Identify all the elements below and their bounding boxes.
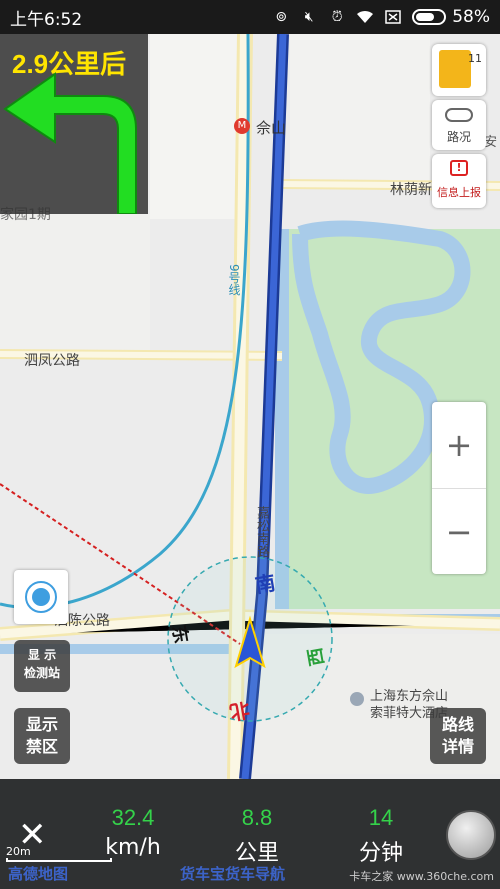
locate-icon xyxy=(25,581,57,613)
hotel-icon xyxy=(350,692,364,706)
map-label-metro-line: 9号线 xyxy=(227,264,241,296)
traffic-button[interactable]: 路况 xyxy=(432,100,486,150)
speed-value: 32.4 xyxy=(111,805,155,830)
brand-truck-nav: 货车宝货车导航 xyxy=(180,865,286,883)
turn-left-arrow-icon xyxy=(3,72,137,214)
time-unit: 分钟 xyxy=(358,841,403,866)
mute-icon: 🔇︎ xyxy=(304,9,314,25)
battery-indicator: 58% xyxy=(412,7,490,27)
signal-badge: 11 xyxy=(468,52,482,65)
zoom-out-button[interactable]: − xyxy=(432,489,486,575)
wifi-icon xyxy=(356,8,374,26)
time-value: 14 xyxy=(368,805,394,830)
locate-button[interactable] xyxy=(14,570,68,624)
zoom-control: + − xyxy=(432,402,486,574)
report-button[interactable]: ! 信息上报 xyxy=(432,154,486,208)
signal-button[interactable]: 11 xyxy=(432,44,486,96)
status-icons: ⊚ 🔇︎ ⏰︎ 58% xyxy=(272,7,490,27)
distance-stat: 8.8 公里 xyxy=(222,805,292,867)
restrict-line-1: 显示 xyxy=(25,715,58,734)
map-label-si-feng: 泗凤公路 xyxy=(24,353,80,369)
status-bar: 上午6:52 ⊚ 🔇︎ ⏰︎ 58% xyxy=(0,0,500,34)
status-time: 上午6:52 xyxy=(10,9,83,30)
zoom-in-button[interactable]: + xyxy=(432,402,486,488)
battery-icon xyxy=(412,9,447,25)
scale-label: 20m xyxy=(6,845,31,858)
alarm-icon: ⏰︎ xyxy=(331,9,343,25)
detect-line-2: 检测站 xyxy=(23,666,60,680)
map-label-jia-song: 嘉松南路 xyxy=(254,506,269,558)
no-sim-icon xyxy=(384,8,402,26)
turn-instruction-panel: 2.9公里后 xyxy=(0,34,148,214)
report-label: 信息上报 xyxy=(437,186,481,199)
report-icon: ! xyxy=(450,160,468,176)
map-label-lin-yin: 林荫新 xyxy=(390,182,432,198)
watermark: 卡车之家 www.360che.com xyxy=(349,870,494,883)
speed-unit: km/h xyxy=(105,835,161,860)
compass-mode-button[interactable] xyxy=(446,810,496,860)
speed-stat: 32.4 km/h xyxy=(98,805,168,860)
detect-station-button[interactable]: 显 示 检测站 xyxy=(14,640,70,692)
traffic-label: 路况 xyxy=(446,130,471,144)
map-label-station: 佘山 xyxy=(256,119,287,137)
signal-tower-icon xyxy=(439,50,471,88)
scale-bar xyxy=(6,858,112,862)
route-line-1: 路线 xyxy=(441,715,474,734)
route-details-button[interactable]: 路线 详情 xyxy=(430,708,486,764)
battery-percent: 58% xyxy=(452,7,490,27)
time-stat: 14 分钟 xyxy=(346,805,416,867)
restrict-line-2: 禁区 xyxy=(25,737,58,756)
hotspot-icon: ⊚ xyxy=(275,9,288,25)
metro-station-icon: M xyxy=(234,118,250,134)
restricted-area-button[interactable]: 显示 禁区 xyxy=(14,708,70,764)
traffic-icon xyxy=(445,108,473,122)
route-line-2: 详情 xyxy=(441,737,474,756)
detect-line-1: 显 示 xyxy=(27,648,57,662)
brand-amap: 高德地图 xyxy=(8,865,69,883)
distance-value: 8.8 xyxy=(241,805,273,830)
